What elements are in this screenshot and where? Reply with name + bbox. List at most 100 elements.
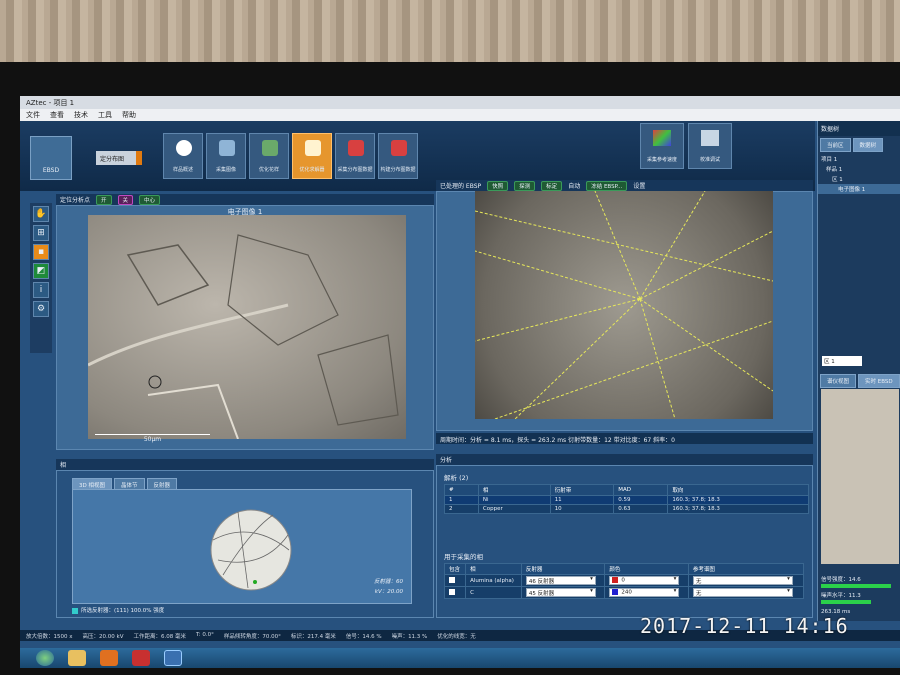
area-select[interactable]: 区 1 xyxy=(822,356,862,366)
ref-speed-button[interactable]: 采集参考速度 xyxy=(640,123,684,169)
ebsp-status: 周期时间：分析 = 8.1 ms，探头 = 263.2 ms 衍射带数量：12 … xyxy=(436,433,813,444)
freeze-ebsp-button[interactable]: 冻结 EBSP... xyxy=(586,180,628,191)
ebsd-technique-button[interactable]: EBSD xyxy=(30,136,72,180)
tree-item-sample[interactable]: 样品 1 xyxy=(818,164,900,174)
solutions-table: # 相 衍射带 MAD 取向 1 Ni 11 0.59 160.3; 37.8; 18.… xyxy=(444,484,809,514)
locate-points-bar: 定位分析点 开 关 中心 xyxy=(56,194,434,205)
crosshair-icon xyxy=(148,375,162,389)
step-optimize-solver[interactable]: 优化求解器 xyxy=(292,133,332,179)
live-ebsd-preview xyxy=(821,389,899,564)
phase-panel-title: 相 xyxy=(56,459,434,470)
menu-bar: 文件 查看 技术 工具 帮助 xyxy=(20,109,900,121)
col-bands: 衍射带 xyxy=(549,484,615,496)
data-tree-panel: 数据树 当前区 数据树 项目 1 样品 1 区 1 电子图像 1 区 1 谱仪视… xyxy=(817,121,900,621)
snapshot-button[interactable]: 快照 xyxy=(487,180,509,191)
phase-3d-viewport[interactable]: 反射器：60 kV：20.00 xyxy=(72,489,412,604)
menu-tech[interactable]: 技术 xyxy=(74,110,88,120)
tree-item-image[interactable]: 电子图像 1 xyxy=(818,184,900,194)
col-reflectors: 反射器 xyxy=(520,563,606,575)
step-acquire-map[interactable]: 采集分布图数据 xyxy=(335,133,375,179)
selected-reflector: 所选反射器：(111) 100.0% 强度 xyxy=(72,606,164,614)
electron-image[interactable] xyxy=(88,215,406,439)
view-tabs: 谱仪视图 实时 EBSD xyxy=(820,374,900,388)
app-window: AZtec - 项目 1 文件 查看 技术 工具 帮助 EBSD 定分布图 样品… xyxy=(20,96,900,648)
reflector-count: 反射器：60 xyxy=(374,579,403,585)
col-phase-name: 相 xyxy=(465,563,522,575)
settings-tool-icon[interactable]: ⚙ xyxy=(33,301,49,317)
left-toolbar: ✋ ⊞ ▪ ◩ i ⚙ xyxy=(30,203,52,353)
window-title: AZtec - 项目 1 xyxy=(20,96,900,109)
step-build-map[interactable]: 构建分布图数据 xyxy=(378,133,418,179)
col-color: 颜色 xyxy=(604,563,689,575)
col-reference: 参考谱图 xyxy=(687,563,805,575)
tab-live-ebsd[interactable]: 实时 EBSD xyxy=(858,374,900,388)
cube-icon xyxy=(653,130,671,146)
color-dropdown[interactable]: 0 xyxy=(609,576,680,585)
ebsp-toolbar: 已处理的 EBSP 快照 探测 标定 自动 冻结 EBSP... 设置 xyxy=(436,180,813,191)
stage-icon[interactable]: ⊞ xyxy=(33,225,49,241)
mode-selector[interactable]: 定分布图 xyxy=(96,151,142,165)
col-phase: 相 xyxy=(477,484,551,496)
tab-spectrum-view[interactable]: 谱仪视图 xyxy=(820,374,857,388)
ebsp-pattern-image xyxy=(475,191,773,419)
build-map-icon xyxy=(391,140,407,156)
start-icon[interactable] xyxy=(36,650,54,666)
media-icon[interactable] xyxy=(100,650,118,666)
step-optimize-pattern[interactable]: 优化花样 xyxy=(249,133,289,179)
color-swatch xyxy=(612,589,619,595)
col-num: # xyxy=(444,484,479,496)
tab-data-tree[interactable]: 数据树 xyxy=(852,138,884,152)
photo-timestamp: 2017-12-11 14:16 xyxy=(640,614,849,638)
menu-help[interactable]: 帮助 xyxy=(122,110,136,120)
settings-link[interactable]: 设置 xyxy=(633,181,645,190)
tab-current-area[interactable]: 当前区 xyxy=(820,138,851,152)
app-icon[interactable] xyxy=(132,650,150,666)
project-tree: 项目 1 样品 1 区 1 电子图像 1 xyxy=(818,154,900,194)
step-sample-overview[interactable]: 样品概述 xyxy=(163,133,203,179)
solutions-label: 解析 (2) xyxy=(444,474,469,482)
table-row[interactable]: Alumina (alpha) 46 反射器 0 无 xyxy=(443,574,805,587)
info-tool-icon[interactable]: i xyxy=(33,282,49,298)
grain-texture xyxy=(88,234,399,439)
step-acquire-image[interactable]: 采集图像 xyxy=(206,133,246,179)
menu-view[interactable]: 查看 xyxy=(50,110,64,120)
phases-table: 包含 相 反射器 颜色 参考谱图 Alumina (alpha) 46 反射器 … xyxy=(443,563,805,599)
reference-dropdown[interactable]: 无 xyxy=(692,576,793,585)
aztec-icon[interactable] xyxy=(164,650,182,666)
reflectors-dropdown[interactable]: 45 反射器 xyxy=(525,588,596,597)
table-row[interactable]: 2 Copper 10 0.63 160.3; 37.8; 18.3 xyxy=(444,504,809,514)
noise-bar xyxy=(821,600,871,604)
solver-icon xyxy=(305,140,321,156)
tree-item-area[interactable]: 区 1 xyxy=(818,174,900,184)
pan-hand-icon[interactable]: ✋ xyxy=(33,206,49,222)
signal-strength: 信号强度：14.6 xyxy=(821,577,861,583)
image-icon xyxy=(219,140,235,156)
map-icon xyxy=(348,140,364,156)
info-icon xyxy=(176,140,192,156)
menu-file[interactable]: 文件 xyxy=(26,110,40,120)
table-row[interactable]: 1 Ni 11 0.59 160.3; 37.8; 18.3 xyxy=(444,495,809,505)
table-row[interactable]: C 45 反射器 240 无 xyxy=(443,586,805,599)
explorer-icon[interactable] xyxy=(68,650,86,666)
index-button[interactable]: 标定 xyxy=(541,180,563,191)
toggle-off[interactable]: 关 xyxy=(117,194,134,205)
detect-button[interactable]: 探测 xyxy=(514,180,536,191)
include-checkbox[interactable] xyxy=(449,588,455,595)
toggle-center[interactable]: 中心 xyxy=(139,194,161,205)
area-tool-icon[interactable]: ◩ xyxy=(33,263,49,279)
kikuchi-band-overlay xyxy=(475,191,773,419)
scale-bar: 50μm xyxy=(95,434,210,443)
col-mad: MAD xyxy=(613,484,669,496)
menu-tools[interactable]: 工具 xyxy=(98,110,112,120)
auto-checkbox[interactable]: 自动 xyxy=(568,181,580,190)
pattern-icon xyxy=(262,140,278,156)
reference-dropdown[interactable]: 无 xyxy=(692,588,793,597)
data-tree-title: 数据树 xyxy=(818,121,900,136)
include-checkbox[interactable] xyxy=(449,576,455,583)
calibrate-button[interactable]: 校准调试 xyxy=(688,123,732,169)
reflectors-dropdown[interactable]: 46 反射器 xyxy=(525,576,596,585)
toggle-on[interactable]: 开 xyxy=(96,194,112,205)
color-dropdown[interactable]: 240 xyxy=(609,588,680,597)
tree-item-project[interactable]: 项目 1 xyxy=(818,154,900,164)
point-tool-icon[interactable]: ▪ xyxy=(33,244,49,260)
